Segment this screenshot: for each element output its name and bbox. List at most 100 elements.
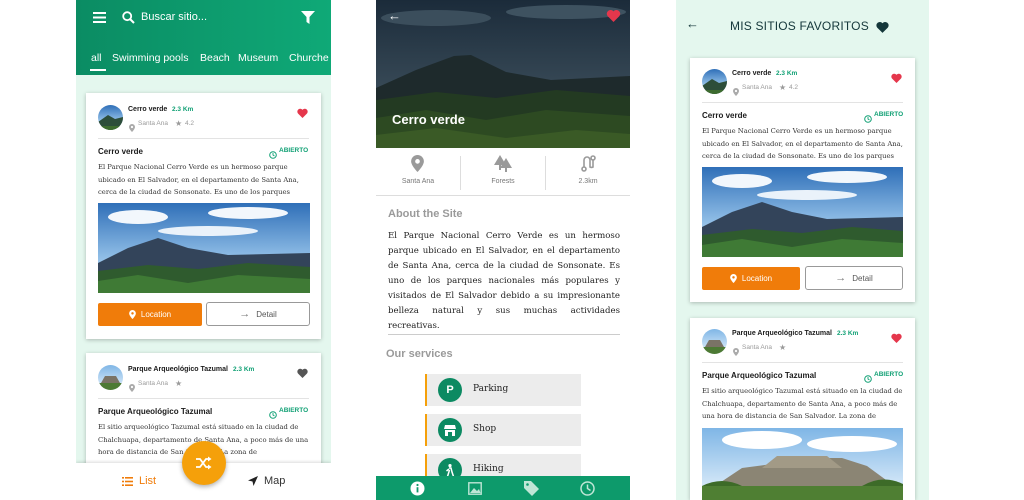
- list-screen: Buscar sitio... all Swimming pools Beach…: [76, 0, 331, 500]
- site-title: Cerro verde: [98, 147, 143, 156]
- site-photo: [702, 428, 903, 500]
- site-distance: 2.3 Km: [233, 366, 255, 373]
- location-button-label: Location: [140, 310, 172, 319]
- tab-all[interactable]: all: [91, 52, 102, 64]
- site-rating: 4.2: [789, 84, 799, 91]
- location-button[interactable]: Location: [98, 303, 202, 326]
- nav-map-label: Map: [264, 475, 286, 487]
- search-icon[interactable]: [121, 10, 135, 24]
- tab-beach[interactable]: Beach: [200, 52, 230, 64]
- page-title: MIS SITIOS FAVORITOS: [730, 19, 869, 33]
- tab-swimming-pools[interactable]: Swimming pools: [112, 52, 188, 64]
- site-avatar: [98, 365, 123, 390]
- image-icon[interactable]: [468, 482, 482, 500]
- search-input[interactable]: Buscar sitio...: [141, 11, 207, 23]
- location-pin-icon: [733, 83, 739, 101]
- site-description: El sitio arqueológico Tazumal está situa…: [702, 387, 903, 420]
- menu-icon[interactable]: [92, 10, 106, 24]
- open-status: ABIERTO: [874, 111, 904, 118]
- site-description: El Parque Nacional Cerro Verde es un her…: [98, 163, 299, 196]
- back-arrow-icon[interactable]: ←: [388, 8, 401, 23]
- star-icon: ★: [779, 83, 787, 92]
- detail-screen: ← Cerro verde Santa Ana Forests 2.3km Ab…: [376, 0, 630, 500]
- location-pin-icon: [129, 379, 135, 397]
- card-divider: [98, 138, 309, 139]
- site-card[interactable]: Cerro verde 2.3 Km Santa Ana ★ 4.2 Cerro…: [86, 93, 321, 339]
- info-category: Forests: [461, 148, 545, 194]
- heart-icon[interactable]: [891, 330, 902, 348]
- clock-icon[interactable]: [580, 481, 595, 500]
- star-icon: ★: [779, 343, 787, 352]
- list-header: Buscar sitio... all Swimming pools Beach…: [76, 0, 331, 75]
- heart-icon[interactable]: [297, 105, 308, 123]
- site-rating: 4.2: [185, 120, 195, 127]
- info-category-label: Forests: [491, 178, 515, 185]
- detail-button[interactable]: → Detail: [206, 302, 310, 326]
- site-distance: 2.3 Km: [172, 106, 194, 113]
- detail-button[interactable]: → Detail: [805, 266, 903, 290]
- open-status: ABIERTO: [279, 147, 309, 154]
- heart-icon[interactable]: [606, 9, 621, 27]
- site-description: El Parque Nacional Cerro Verde es un her…: [702, 127, 903, 160]
- service-label: Hiking: [473, 464, 504, 474]
- navigation-arrow-icon: [248, 476, 258, 486]
- active-tab-indicator: [90, 69, 106, 71]
- site-title: Parque Arqueológico Tazumal: [702, 371, 817, 380]
- card-divider: [702, 362, 903, 363]
- heart-icon[interactable]: [891, 70, 902, 88]
- tab-churche[interactable]: Churche: [289, 52, 329, 64]
- favorites-screen: ← MIS SITIOS FAVORITOS Cerro verde 2.3 K…: [676, 0, 929, 500]
- info-row: Santa Ana Forests 2.3km: [376, 148, 630, 196]
- route-icon: [581, 155, 596, 177]
- favorite-card[interactable]: Parque Arqueológico Tazumal 2.3 Km Santa…: [690, 318, 915, 500]
- back-arrow-icon[interactable]: ←: [686, 16, 699, 31]
- service-shop[interactable]: Shop: [425, 414, 581, 446]
- service-parking[interactable]: P Parking: [425, 374, 581, 406]
- site-name: Parque Arqueológico Tazumal: [732, 330, 832, 337]
- detail-button-label: Detail: [256, 309, 277, 319]
- site-location: Santa Ana: [138, 380, 168, 387]
- location-pin-icon: [730, 274, 737, 283]
- site-avatar: [98, 105, 123, 130]
- site-title: Parque Arqueológico Tazumal: [98, 407, 213, 416]
- shuffle-fab[interactable]: [182, 441, 226, 485]
- info-distance: 2.3km: [546, 148, 630, 194]
- site-title: Cerro verde: [392, 112, 465, 127]
- section-divider: [388, 334, 620, 335]
- star-icon: ★: [175, 119, 183, 128]
- site-location: Santa Ana: [742, 84, 772, 91]
- heart-icon: [876, 20, 889, 38]
- nav-map[interactable]: Map: [248, 475, 285, 487]
- star-icon: ★: [175, 379, 183, 388]
- category-tabs: all Swimming pools Beach Museum Churche: [76, 50, 331, 70]
- site-location: Santa Ana: [742, 344, 772, 351]
- arrow-right-icon: →: [239, 308, 251, 320]
- location-pin-icon: [411, 155, 424, 177]
- info-icon[interactable]: [410, 481, 425, 500]
- nav-list[interactable]: List: [122, 475, 156, 487]
- site-avatar: [702, 329, 727, 354]
- location-button[interactable]: Location: [702, 267, 800, 290]
- trees-icon: [493, 155, 513, 177]
- service-label: Shop: [473, 424, 497, 434]
- shuffle-icon: [196, 456, 212, 470]
- nav-list-label: List: [139, 475, 157, 487]
- site-avatar: [702, 69, 727, 94]
- heart-outline-icon[interactable]: [297, 365, 308, 383]
- shop-icon: [438, 418, 462, 442]
- favorite-card[interactable]: Cerro verde 2.3 Km Santa Ana ★ 4.2 Cerro…: [690, 58, 915, 302]
- open-status: ABIERTO: [874, 371, 904, 378]
- location-pin-icon: [129, 310, 136, 319]
- card-divider: [702, 102, 903, 103]
- filter-icon[interactable]: [300, 10, 315, 24]
- card-divider: [98, 398, 309, 399]
- detail-bottom-nav: [376, 476, 630, 500]
- tab-museum[interactable]: Museum: [238, 52, 278, 64]
- info-distance-label: 2.3km: [578, 178, 598, 185]
- info-location: Santa Ana: [376, 148, 460, 194]
- tag-icon[interactable]: [524, 481, 539, 500]
- about-heading: About the Site: [388, 208, 463, 220]
- site-name: Cerro verde: [732, 70, 772, 77]
- open-status: ABIERTO: [279, 407, 309, 414]
- service-label: Parking: [473, 384, 509, 394]
